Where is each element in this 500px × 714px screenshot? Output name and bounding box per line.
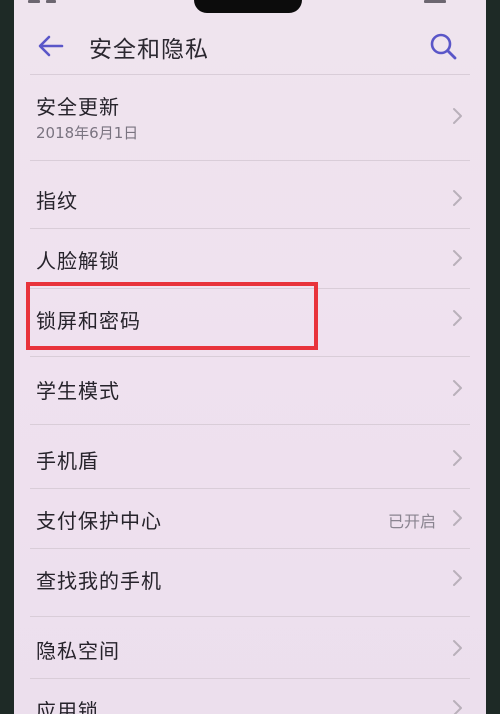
list-item-label: 锁屏和密码: [36, 309, 141, 333]
row-divider: [30, 228, 470, 229]
list-item-fingerprint[interactable]: 指纹: [14, 170, 486, 226]
list-item-label: 学生模式: [36, 379, 120, 403]
app-bar: 安全和隐私: [14, 18, 486, 74]
section-divider: [30, 616, 470, 617]
row-divider: [30, 548, 470, 549]
chevron-right-icon: [453, 108, 462, 124]
section-divider: [30, 424, 470, 425]
chevron-right-icon: [453, 700, 462, 714]
header-divider: [30, 74, 470, 75]
camera-notch: [194, 0, 302, 13]
list-item-app-lock[interactable]: 应用锁: [14, 682, 486, 714]
list-item-label: 手机盾: [36, 449, 99, 473]
list-item-label: 支付保护中心: [36, 509, 162, 533]
list-item-lock-screen-password[interactable]: 锁屏和密码: [14, 292, 486, 346]
list-item-phone-shield[interactable]: 手机盾: [14, 432, 486, 486]
row-divider: [30, 678, 470, 679]
list-item-label: 查找我的手机: [36, 569, 162, 593]
page-title: 安全和隐私: [89, 37, 209, 63]
row-divider: [30, 288, 470, 289]
chevron-right-icon: [453, 640, 462, 656]
chevron-right-icon: [453, 380, 462, 396]
list-item-label: 应用锁: [36, 699, 99, 714]
chevron-right-icon: [453, 190, 462, 206]
search-icon[interactable]: [426, 29, 460, 63]
chevron-right-icon: [453, 510, 462, 526]
phone-screen: 安全和隐私 安全更新 2018年6月1日 指纹 人脸解锁 锁屏和密码 学生模式: [14, 0, 486, 714]
section-divider: [30, 356, 470, 357]
list-item-private-space[interactable]: 隐私空间: [14, 622, 486, 676]
list-item-label: 指纹: [36, 189, 78, 213]
chevron-right-icon: [453, 250, 462, 266]
status-text: 已开启: [387, 512, 436, 531]
list-item-face-unlock[interactable]: 人脸解锁: [14, 232, 486, 286]
row-divider: [30, 488, 470, 489]
list-item-label: 人脸解锁: [36, 249, 120, 273]
list-item-find-my-phone[interactable]: 查找我的手机: [14, 552, 486, 606]
status-bar-battery-icon: [424, 0, 446, 3]
status-bar-wifi-icon: [46, 0, 56, 3]
chevron-right-icon: [453, 570, 462, 586]
list-item-student-mode[interactable]: 学生模式: [14, 362, 486, 416]
chevron-right-icon: [453, 310, 462, 326]
list-item-subtitle: 2018年6月1日: [36, 124, 139, 142]
status-bar-signal-icon: [28, 0, 40, 3]
chevron-right-icon: [453, 450, 462, 466]
section-divider: [30, 160, 470, 161]
list-item-label: 安全更新: [36, 95, 120, 119]
list-item-label: 隐私空间: [36, 639, 120, 663]
arrow-left-icon[interactable]: [34, 29, 68, 63]
list-item-payment-protection[interactable]: 支付保护中心 已开启: [14, 492, 486, 546]
list-item-security-update[interactable]: 安全更新 2018年6月1日: [14, 78, 486, 158]
